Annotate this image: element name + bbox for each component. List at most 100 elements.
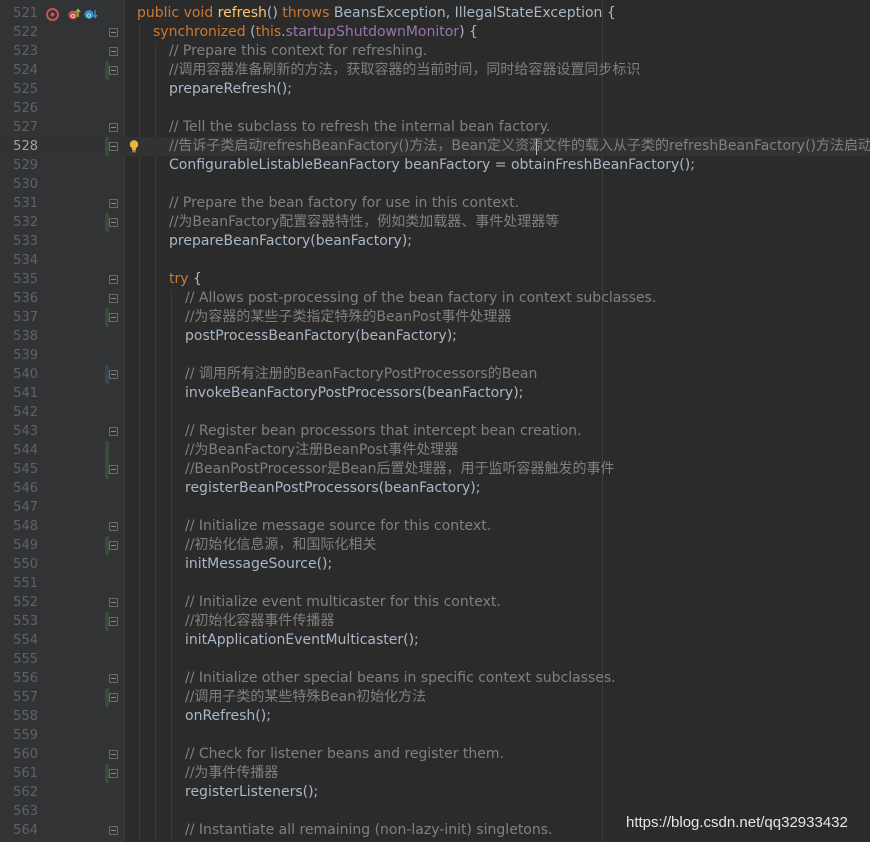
line-number[interactable]: 532 (0, 213, 38, 232)
fold-toggle-icon[interactable] (109, 674, 118, 683)
fold-toggle-icon[interactable] (109, 522, 118, 531)
code-text[interactable]: registerBeanPostProcessors(beanFactory); (185, 479, 480, 498)
line-number[interactable]: 523 (0, 42, 38, 61)
code-line[interactable]: 530 (0, 175, 870, 194)
code-line[interactable]: 535 try { (0, 270, 870, 289)
fold-toggle-icon[interactable] (109, 142, 118, 151)
line-number[interactable]: 522 (0, 23, 38, 42)
fold-toggle-icon[interactable] (109, 826, 118, 835)
code-line[interactable]: 556 // Initialize other special beans in … (0, 669, 870, 688)
fold-toggle-icon[interactable] (109, 617, 118, 626)
line-number[interactable]: 524 (0, 61, 38, 80)
code-line[interactable]: 531 // Prepare the bean factory for use i… (0, 194, 870, 213)
line-number[interactable]: 554 (0, 631, 38, 650)
code-text[interactable]: // Initialize other special beans in spe… (185, 669, 616, 688)
fold-toggle-icon[interactable] (109, 123, 118, 132)
fold-toggle-icon[interactable] (109, 47, 118, 56)
code-line[interactable]: 533 prepareBeanFactory(beanFactory); (0, 232, 870, 251)
line-number[interactable]: 553 (0, 612, 38, 631)
line-number[interactable]: 558 (0, 707, 38, 726)
code-text[interactable]: // Initialize event multicaster for this… (185, 593, 501, 612)
code-line[interactable]: 536 // Allows post-processing of the bean… (0, 289, 870, 308)
code-line[interactable]: 542 (0, 403, 870, 422)
code-line[interactable]: 538 postProcessBeanFactory(beanFactory); (0, 327, 870, 346)
fold-toggle-icon[interactable] (109, 199, 118, 208)
code-text[interactable]: postProcessBeanFactory(beanFactory); (185, 327, 457, 346)
code-line[interactable]: 548 // Initialize message source for this… (0, 517, 870, 536)
code-text[interactable]: synchronized (this.startupShutdownMonito… (153, 23, 478, 42)
code-line[interactable]: 546 registerBeanPostProcessors(beanFactor… (0, 479, 870, 498)
override-up-icon[interactable]: o (68, 8, 81, 21)
code-text[interactable]: initMessageSource(); (185, 555, 332, 574)
code-line[interactable]: 549 //初始化信息源，和国际化相关 (0, 536, 870, 555)
fold-toggle-icon[interactable] (109, 28, 118, 37)
code-line[interactable]: 555 (0, 650, 870, 669)
code-text[interactable]: //告诉子类启动refreshBeanFactory()方法，Bean定义资源文… (169, 137, 870, 156)
code-text[interactable]: // Check for listener beans and register… (185, 745, 504, 764)
line-number[interactable]: 531 (0, 194, 38, 213)
line-number[interactable]: 525 (0, 80, 38, 99)
code-line[interactable]: 540 // 调用所有注册的BeanFactoryPostProcessors的B… (0, 365, 870, 384)
code-line[interactable]: 554 initApplicationEventMulticaster(); (0, 631, 870, 650)
fold-toggle-icon[interactable] (109, 465, 118, 474)
line-number[interactable]: 529 (0, 156, 38, 175)
fold-toggle-icon[interactable] (109, 218, 118, 227)
fold-toggle-icon[interactable] (109, 275, 118, 284)
line-number[interactable]: 528 (0, 137, 38, 156)
line-number[interactable]: 550 (0, 555, 38, 574)
line-number[interactable]: 543 (0, 422, 38, 441)
code-text[interactable]: invokeBeanFactoryPostProcessors(beanFact… (185, 384, 523, 403)
code-editor[interactable]: 521 public void refresh() throws BeansExc… (0, 0, 870, 842)
line-number[interactable]: 527 (0, 118, 38, 137)
fold-toggle-icon[interactable] (109, 66, 118, 75)
code-line[interactable]: 521 public void refresh() throws BeansExc… (0, 4, 870, 23)
code-line[interactable]: 532 //为BeanFactory配置容器特性，例如类加载器、事件处理器等 (0, 213, 870, 232)
line-number[interactable]: 539 (0, 346, 38, 365)
fold-toggle-icon[interactable] (109, 541, 118, 550)
code-line[interactable]: 545 //BeanPostProcessor是Bean后置处理器，用于监听容器触… (0, 460, 870, 479)
code-line[interactable]: 543 // Register bean processors that inte… (0, 422, 870, 441)
line-number[interactable]: 546 (0, 479, 38, 498)
line-number[interactable]: 545 (0, 460, 38, 479)
code-line[interactable]: 561 //为事件传播器 (0, 764, 870, 783)
line-number[interactable]: 533 (0, 232, 38, 251)
code-text[interactable]: //为BeanFactory配置容器特性，例如类加载器、事件处理器等 (169, 213, 559, 232)
code-text[interactable]: //为容器的某些子类指定特殊的BeanPost事件处理器 (185, 308, 511, 327)
line-number[interactable]: 551 (0, 574, 38, 593)
line-number[interactable]: 536 (0, 289, 38, 308)
code-text[interactable]: // Initialize message source for this co… (185, 517, 491, 536)
code-text[interactable]: try { (169, 270, 202, 289)
code-line[interactable]: 552 // Initialize event multicaster for t… (0, 593, 870, 612)
line-number[interactable]: 521 (0, 4, 38, 23)
code-text[interactable]: // Prepare the bean factory for use in t… (169, 194, 519, 213)
code-text[interactable]: registerListeners(); (185, 783, 318, 802)
code-line[interactable]: 529 ConfigurableListableBeanFactory beanF… (0, 156, 870, 175)
fold-toggle-icon[interactable] (109, 598, 118, 607)
code-line[interactable]: 526 (0, 99, 870, 118)
line-number[interactable]: 535 (0, 270, 38, 289)
code-line[interactable]: 560 // Check for listener beans and regis… (0, 745, 870, 764)
code-text[interactable]: //初始化信息源，和国际化相关 (185, 536, 376, 555)
code-line[interactable]: 525 prepareRefresh(); (0, 80, 870, 99)
code-text[interactable]: prepareBeanFactory(beanFactory); (169, 232, 412, 251)
code-line[interactable]: 562 registerListeners(); (0, 783, 870, 802)
code-text[interactable]: initApplicationEventMulticaster(); (185, 631, 419, 650)
line-number[interactable]: 537 (0, 308, 38, 327)
code-text[interactable]: // 调用所有注册的BeanFactoryPostProcessors的Bean (185, 365, 537, 384)
code-text[interactable]: //BeanPostProcessor是Bean后置处理器，用于监听容器触发的事… (185, 460, 615, 479)
code-line[interactable]: 528 //告诉子类启动refreshBeanFactory()方法，Bean定义… (0, 137, 870, 156)
line-number[interactable]: 540 (0, 365, 38, 384)
code-text[interactable]: // Allows post-processing of the bean fa… (185, 289, 656, 308)
code-text[interactable]: ConfigurableListableBeanFactory beanFact… (169, 156, 695, 175)
line-number[interactable]: 561 (0, 764, 38, 783)
line-number[interactable]: 526 (0, 99, 38, 118)
code-line[interactable]: 537 //为容器的某些子类指定特殊的BeanPost事件处理器 (0, 308, 870, 327)
fold-toggle-icon[interactable] (109, 313, 118, 322)
code-text[interactable]: //调用容器准备刷新的方法，获取容器的当前时间，同时给容器设置同步标识 (169, 61, 640, 80)
code-text[interactable]: // Prepare this context for refreshing. (169, 42, 427, 61)
override-down-icon[interactable]: o (84, 8, 98, 21)
code-line[interactable]: 559 (0, 726, 870, 745)
fold-toggle-icon[interactable] (109, 370, 118, 379)
line-number[interactable]: 548 (0, 517, 38, 536)
code-line[interactable]: 522 synchronized (this.startupShutdownMon… (0, 23, 870, 42)
